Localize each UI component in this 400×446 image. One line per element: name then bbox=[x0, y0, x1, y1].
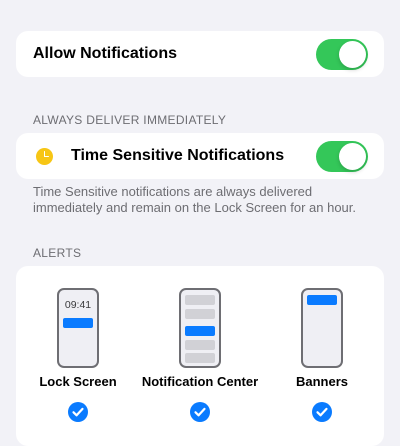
always-deliver-header: ALWAYS DELIVER IMMEDIATELY bbox=[33, 113, 227, 127]
notification-center-phone-icon bbox=[179, 288, 221, 368]
lock-screen-phone-icon: 09:41 bbox=[57, 288, 99, 368]
notification-bar bbox=[185, 326, 215, 336]
toggle-knob bbox=[339, 41, 366, 68]
time-sensitive-footer: Time Sensitive notifications are always … bbox=[33, 184, 357, 215]
banner-bar bbox=[307, 295, 337, 305]
toggle-knob bbox=[339, 143, 366, 170]
notification-bar bbox=[63, 318, 93, 328]
allow-notifications-label: Allow Notifications bbox=[33, 45, 177, 62]
checkmark-icon bbox=[68, 402, 88, 422]
alerts-card: 09:41 Lock Screen Notification Center Ba… bbox=[16, 266, 384, 446]
alert-option-lock-screen[interactable]: 09:41 Lock Screen bbox=[18, 266, 138, 434]
banners-label: Banners bbox=[295, 374, 349, 389]
clock-icon bbox=[36, 148, 53, 165]
alerts-header: ALERTS bbox=[33, 246, 82, 260]
banners-phone-icon bbox=[301, 288, 343, 368]
alert-option-notification-center[interactable]: Notification Center bbox=[140, 266, 260, 434]
notification-center-label: Notification Center bbox=[141, 374, 259, 389]
time-sensitive-toggle[interactable] bbox=[316, 141, 368, 172]
allow-notifications-row: Allow Notifications bbox=[16, 31, 384, 77]
allow-notifications-toggle[interactable] bbox=[316, 39, 368, 70]
list-bar bbox=[185, 353, 215, 363]
alert-option-banners[interactable]: Banners bbox=[262, 266, 382, 434]
checkmark-icon bbox=[190, 402, 210, 422]
time-sensitive-label: Time Sensitive Notifications bbox=[71, 147, 285, 164]
lock-screen-label: Lock Screen bbox=[39, 374, 117, 389]
time-sensitive-row: Time Sensitive Notifications bbox=[16, 133, 384, 179]
list-bar bbox=[185, 340, 215, 350]
list-bar bbox=[185, 309, 215, 319]
list-bar bbox=[185, 295, 215, 305]
checkmark-icon bbox=[312, 402, 332, 422]
lock-screen-clock: 09:41 bbox=[64, 299, 92, 311]
